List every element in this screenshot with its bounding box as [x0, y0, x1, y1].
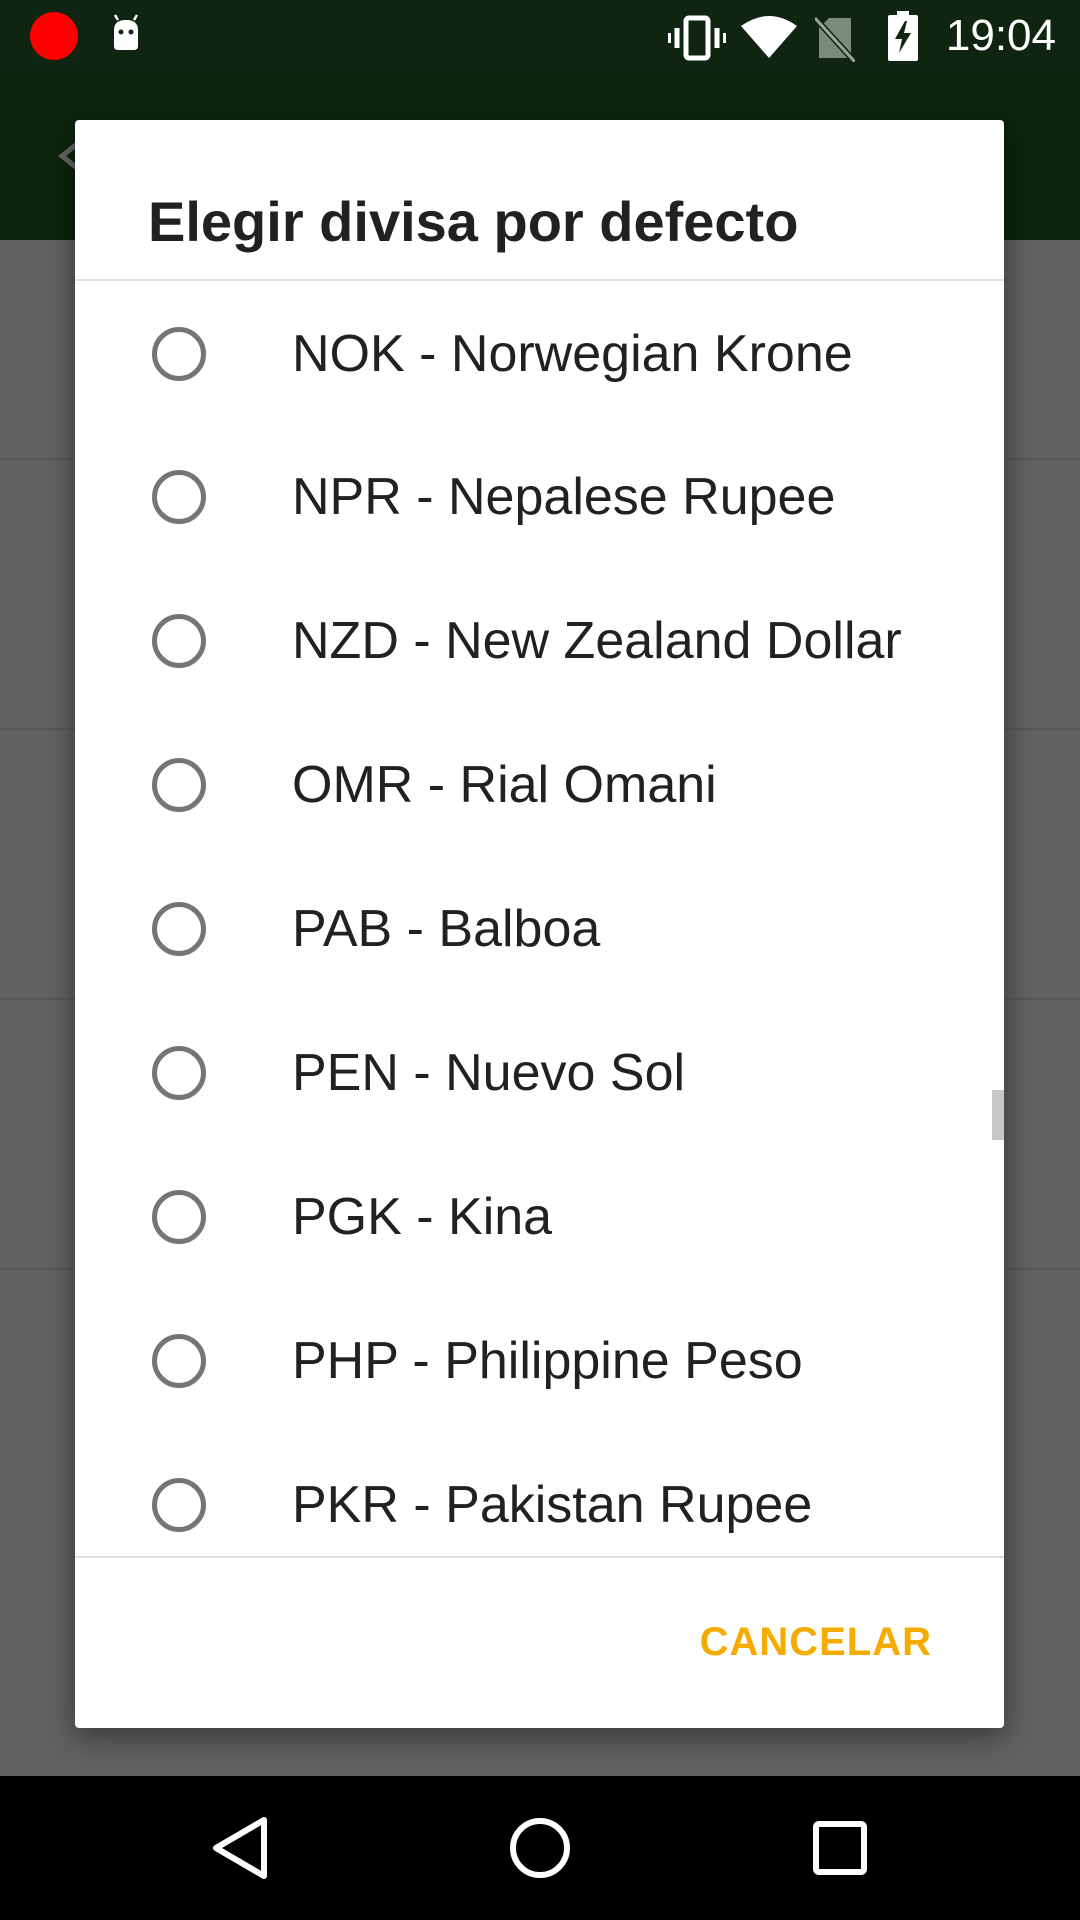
status-bar: 19:04	[0, 0, 1080, 72]
currency-option-label: OMR - Rial Omani	[292, 756, 717, 814]
radio-button[interactable]	[152, 1046, 206, 1100]
battery-charging-icon	[888, 11, 918, 61]
wifi-icon	[741, 16, 797, 58]
navigation-bar	[0, 1776, 1080, 1920]
radio-button[interactable]	[152, 902, 206, 956]
currency-option-label: NZD - New Zealand Dollar	[292, 612, 902, 670]
currency-option[interactable]: PAB - Balboa	[75, 857, 1004, 1001]
recents-icon[interactable]	[804, 1812, 876, 1884]
currency-option[interactable]: NOK - Norwegian Krone	[75, 281, 1004, 425]
currency-dialog: Elegir divisa por defecto NOK - Norwegia…	[75, 120, 1004, 1728]
status-clock: 19:04	[945, 11, 1056, 60]
currency-option[interactable]: NPR - Nepalese Rupee	[75, 425, 1004, 569]
back-icon[interactable]	[206, 1812, 278, 1884]
dialog-title: Elegir divisa por defecto	[148, 190, 799, 253]
currency-option[interactable]: PHP - Philippine Peso	[75, 1289, 1004, 1433]
radio-button[interactable]	[152, 758, 206, 812]
currency-option[interactable]: OMR - Rial Omani	[75, 713, 1004, 857]
radio-button[interactable]	[152, 614, 206, 668]
vibrate-icon	[668, 15, 726, 61]
radio-button[interactable]	[152, 1334, 206, 1388]
currency-option[interactable]: NZD - New Zealand Dollar	[75, 569, 1004, 713]
record-dot-icon	[30, 12, 78, 60]
radio-button[interactable]	[152, 1190, 206, 1244]
home-icon[interactable]	[504, 1812, 576, 1884]
currency-option-label: PAB - Balboa	[292, 900, 601, 958]
radio-button[interactable]	[152, 470, 206, 524]
currency-option[interactable]: PEN - Nuevo Sol	[75, 1001, 1004, 1145]
no-sim-icon	[815, 15, 855, 62]
currency-option-label: PGK - Kina	[292, 1188, 553, 1246]
radio-button[interactable]	[152, 327, 206, 381]
android-icon	[113, 14, 139, 50]
currency-option-label: NPR - Nepalese Rupee	[292, 468, 836, 526]
scrollbar-thumb[interactable]	[992, 1090, 1004, 1140]
currency-option-label: PKR - Pakistan Rupee	[292, 1476, 813, 1534]
currency-list[interactable]: NOK - Norwegian Krone NPR - Nepalese Rup…	[75, 281, 1004, 1678]
currency-option-label: PHP - Philippine Peso	[292, 1332, 803, 1390]
currency-option[interactable]: PGK - Kina	[75, 1145, 1004, 1289]
currency-option-label: NOK - Norwegian Krone	[292, 325, 853, 383]
radio-button[interactable]	[152, 1478, 206, 1532]
dialog-divider-bottom	[75, 1556, 1004, 1558]
currency-option-label: PEN - Nuevo Sol	[292, 1044, 686, 1102]
cancel-button[interactable]: CANCELAR	[700, 1620, 932, 1665]
